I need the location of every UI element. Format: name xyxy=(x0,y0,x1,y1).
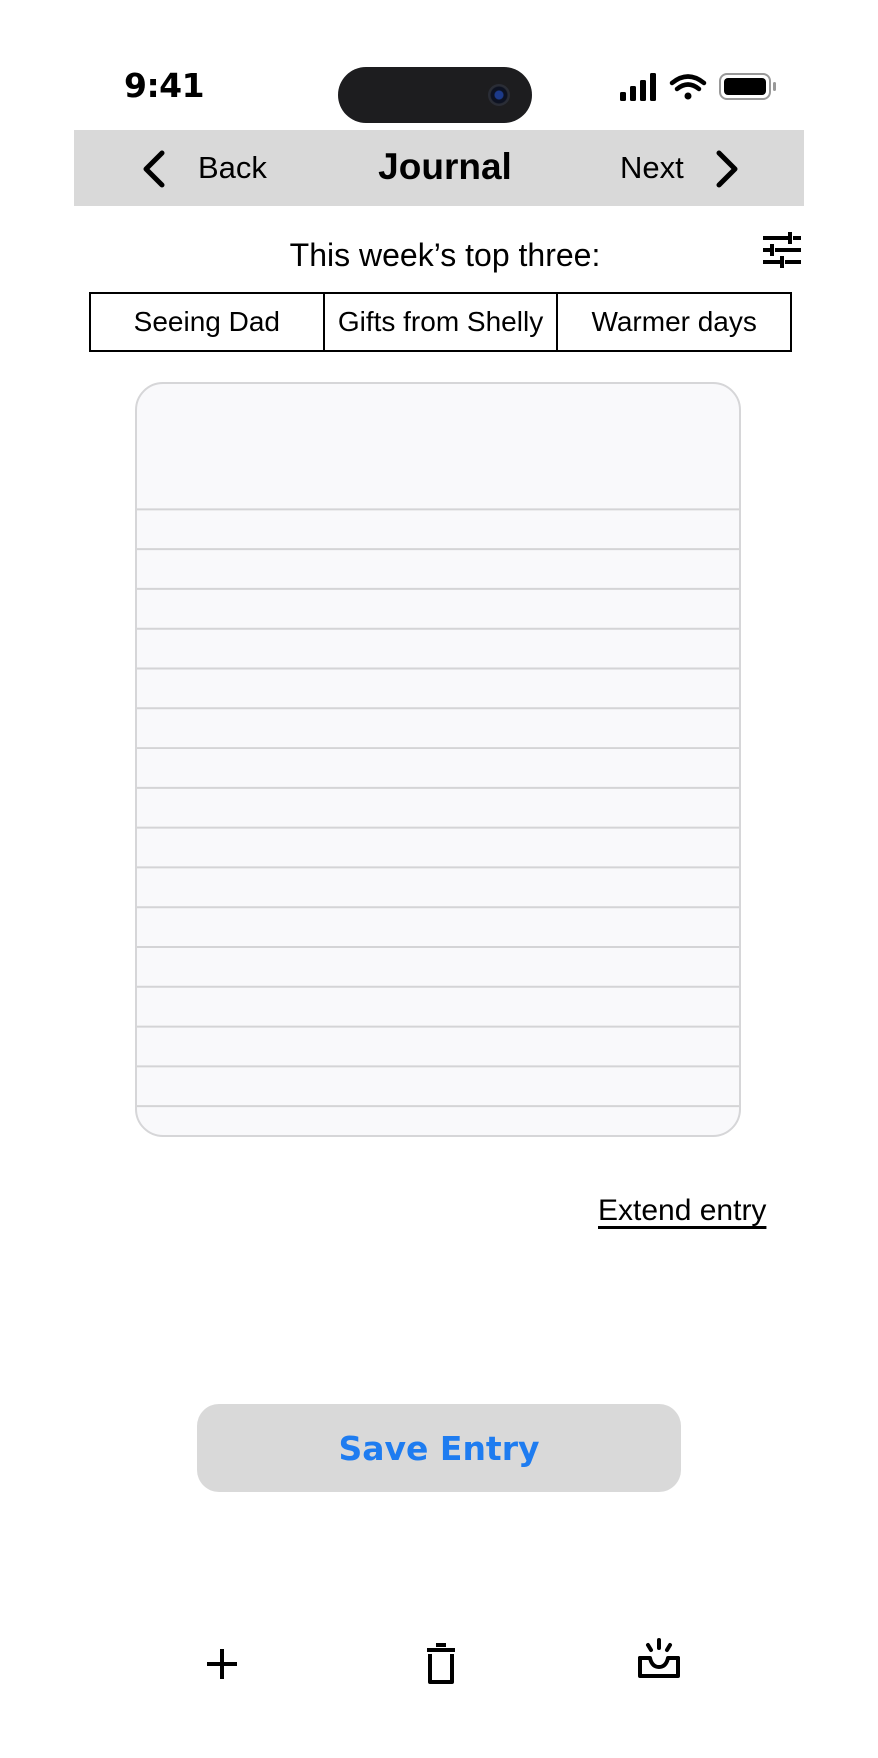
save-entry-button[interactable]: Save Entry xyxy=(197,1404,681,1492)
top-three-item[interactable]: Seeing Dad xyxy=(91,294,323,350)
inbox-icon[interactable] xyxy=(636,1636,682,1682)
sliders-icon[interactable] xyxy=(762,232,802,268)
top-three-item[interactable]: Gifts from Shelly xyxy=(322,294,557,350)
battery-icon xyxy=(719,73,776,100)
status-icons xyxy=(620,73,776,101)
page-title: Journal xyxy=(378,146,512,187)
chevron-right-icon[interactable] xyxy=(714,149,740,189)
extend-entry-link[interactable]: Extend entry xyxy=(598,1194,766,1228)
top-three-heading: This week’s top three: xyxy=(289,237,601,273)
paper-lines xyxy=(137,508,739,1108)
journal-entry-area[interactable] xyxy=(135,382,741,1137)
top-three-list: Seeing Dad Gifts from Shelly Warmer days xyxy=(89,292,792,352)
next-button[interactable]: Next xyxy=(620,150,684,186)
wifi-icon xyxy=(669,74,707,100)
cellular-signal-icon xyxy=(620,73,656,101)
status-time: 9:41 xyxy=(124,66,205,105)
plus-icon[interactable] xyxy=(199,1641,245,1687)
dynamic-island xyxy=(338,67,532,123)
camera-icon xyxy=(488,84,510,106)
trash-icon[interactable] xyxy=(418,1641,464,1687)
top-three-item[interactable]: Warmer days xyxy=(556,294,790,350)
